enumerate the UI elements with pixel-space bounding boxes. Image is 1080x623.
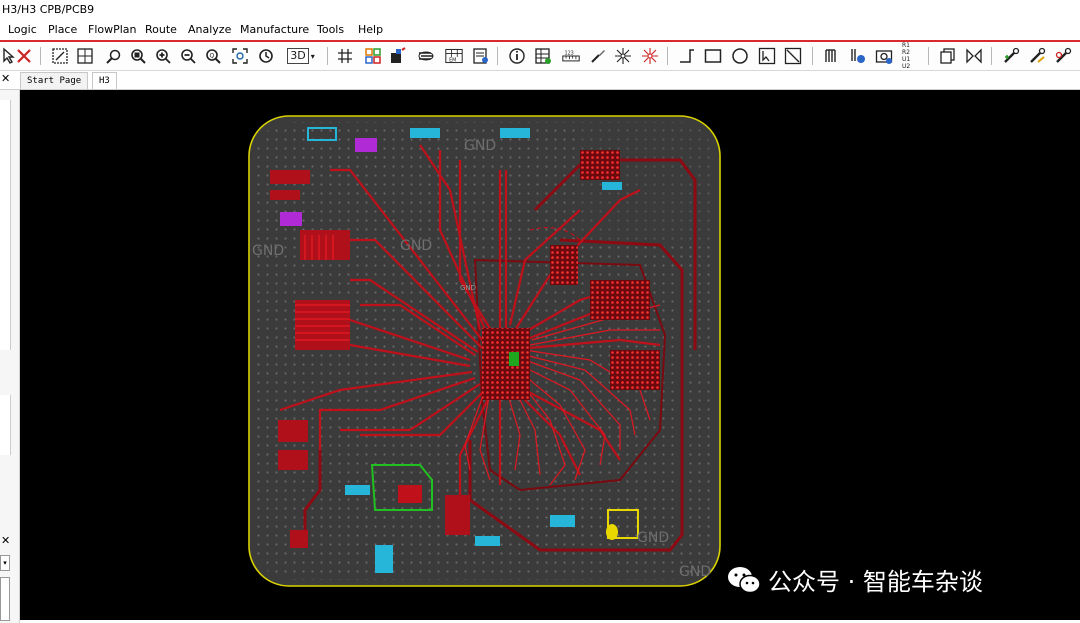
unrats-icon[interactable] bbox=[640, 46, 660, 66]
gnd-label: GND bbox=[637, 530, 669, 546]
route-edit-icon[interactable] bbox=[1053, 46, 1073, 66]
ratsnest-icon[interactable] bbox=[613, 46, 633, 66]
mirror-icon[interactable] bbox=[964, 46, 984, 66]
delete-icon[interactable] bbox=[14, 46, 34, 66]
toolbar-separator bbox=[667, 47, 668, 65]
stackup-icon[interactable] bbox=[416, 46, 436, 66]
close-panel-lower-icon[interactable]: ✕ bbox=[1, 534, 10, 547]
copy-icon[interactable] bbox=[938, 46, 958, 66]
properties-icon[interactable] bbox=[471, 46, 491, 66]
close-panel-icon[interactable]: ✕ bbox=[1, 72, 10, 85]
zoom-world-icon[interactable]: Q bbox=[203, 46, 223, 66]
menu-help[interactable]: Help bbox=[358, 23, 383, 36]
watermark: 公众号 · 智能车杂谈 bbox=[726, 562, 983, 597]
tab-start-page[interactable]: Start Page bbox=[20, 72, 89, 89]
menu-place[interactable]: Place bbox=[48, 23, 77, 36]
zoom-window-icon[interactable] bbox=[75, 46, 95, 66]
bga-component bbox=[482, 328, 530, 400]
shadow-mode-icon[interactable] bbox=[388, 46, 408, 66]
redraw-icon[interactable] bbox=[256, 46, 276, 66]
zoom-in-icon[interactable] bbox=[153, 46, 173, 66]
document-tab-row: ✕ Start Page H3 bbox=[0, 71, 1080, 90]
toolbar-separator bbox=[991, 47, 992, 65]
menu-manufacture[interactable]: Manufacture bbox=[240, 23, 309, 36]
database-icon[interactable] bbox=[822, 46, 842, 66]
left-panel: ✕ ▾ bbox=[0, 90, 20, 623]
add-rectangle-icon[interactable] bbox=[703, 46, 723, 66]
measure-icon[interactable]: 123 bbox=[560, 46, 582, 66]
side-list-box bbox=[0, 577, 10, 621]
zoom-out-icon[interactable] bbox=[178, 46, 198, 66]
gnd-label: GND bbox=[252, 243, 284, 259]
menu-analyze[interactable]: Analyze bbox=[188, 23, 231, 36]
wechat-icon bbox=[728, 566, 761, 593]
view-3d-button[interactable]: 3D ▾ bbox=[284, 46, 318, 66]
add-line-icon[interactable] bbox=[677, 46, 697, 66]
gnd-label: GND bbox=[400, 238, 432, 254]
side-dock-lower bbox=[0, 395, 11, 455]
svg-text:123: 123 bbox=[564, 50, 573, 56]
add-connect-icon[interactable] bbox=[1001, 46, 1021, 66]
menu-logic[interactable]: Logic bbox=[8, 23, 37, 36]
pcb-layout: GND GND GND GND GND GND bbox=[248, 115, 721, 587]
report-icon[interactable] bbox=[533, 46, 553, 66]
tab-h3[interactable]: H3 bbox=[92, 72, 117, 89]
grid-icon[interactable] bbox=[335, 46, 355, 66]
toolbar-separator bbox=[812, 47, 813, 65]
info-icon[interactable] bbox=[507, 46, 527, 66]
gnd-label: GND bbox=[464, 138, 496, 154]
menu-bar: Logic Place FlowPlan Route Analyze Manuf… bbox=[0, 20, 1080, 42]
toolbar-separator bbox=[40, 47, 41, 65]
renumber-icon[interactable]: R1 R2 U1 U2 bbox=[899, 42, 921, 70]
gnd-label: GND bbox=[460, 284, 476, 292]
gnd-label: GND bbox=[679, 564, 711, 580]
net-settings-icon[interactable] bbox=[848, 46, 868, 66]
em-constraint-icon[interactable]: EM bbox=[443, 46, 465, 66]
svg-text:Q: Q bbox=[210, 53, 215, 60]
zoom-extents-icon[interactable] bbox=[128, 46, 148, 66]
title-bar: H3/H3 CPB/PCB9 bbox=[0, 0, 1080, 20]
side-dock bbox=[0, 100, 11, 350]
dropdown-arrow-icon[interactable]: ▾ bbox=[0, 555, 10, 571]
zoom-fit-icon[interactable] bbox=[50, 46, 70, 66]
add-circle-icon[interactable] bbox=[730, 46, 750, 66]
toolbar-separator bbox=[928, 47, 929, 65]
svg-text:EM: EM bbox=[449, 58, 456, 64]
brush-icon[interactable] bbox=[588, 46, 608, 66]
color-layers-icon[interactable] bbox=[363, 46, 383, 66]
toolbar: Q 3D ▾ EM 123 R1 R2 U1 U2 bbox=[0, 42, 1080, 71]
menu-route[interactable]: Route bbox=[145, 23, 177, 36]
toolbar-separator bbox=[327, 47, 328, 65]
camera-icon[interactable] bbox=[874, 46, 894, 66]
pcb-canvas[interactable]: GND GND GND GND GND GND bbox=[20, 90, 1080, 620]
zoom-selection-icon[interactable] bbox=[230, 46, 250, 66]
bga-highlight bbox=[509, 352, 519, 366]
slide-route-icon[interactable] bbox=[1027, 46, 1047, 66]
select-shape-icon[interactable] bbox=[757, 46, 777, 66]
toolbar-separator bbox=[497, 47, 498, 65]
menu-tools[interactable]: Tools bbox=[317, 23, 344, 36]
menu-flowplan[interactable]: FlowPlan bbox=[88, 23, 137, 36]
shape-edit-icon[interactable] bbox=[783, 46, 803, 66]
zoom-previous-icon[interactable] bbox=[103, 46, 123, 66]
window-title: H3/H3 CPB/PCB9 bbox=[2, 3, 95, 16]
watermark-text: 公众号 · 智能车杂谈 bbox=[768, 568, 983, 596]
